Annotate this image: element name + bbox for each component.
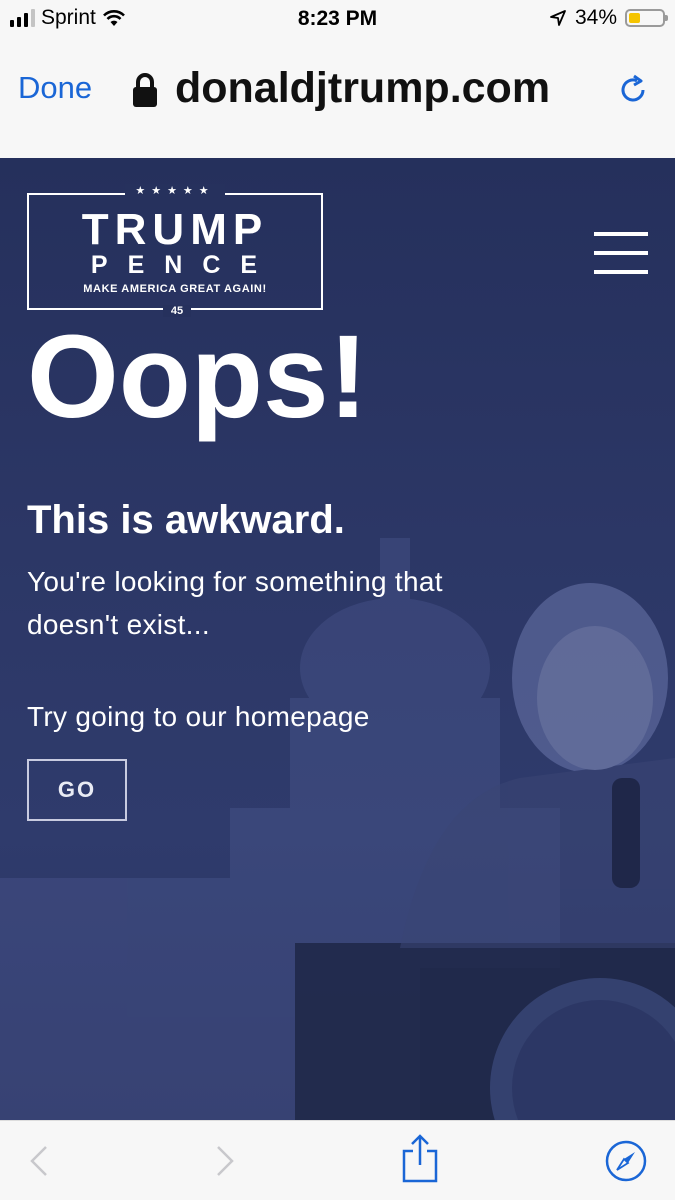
error-heading: Oops! (27, 311, 368, 443)
reload-icon[interactable] (619, 72, 649, 104)
lock-icon (133, 73, 157, 107)
browser-url-bar: Done donaldjtrump.com (0, 38, 675, 158)
battery-percent: 34% (574, 6, 617, 29)
logo-pence: PENCE (90, 251, 278, 279)
homepage-prompt: Try going to our homepage (27, 701, 370, 732)
share-icon[interactable] (400, 1133, 440, 1185)
logo-trump: TRUMP (81, 205, 269, 254)
logo-tagline: MAKE AMERICA GREAT AGAIN! (83, 283, 267, 295)
battery-icon (625, 9, 668, 27)
safari-compass-icon[interactable] (604, 1139, 648, 1183)
forward-icon[interactable] (214, 1141, 236, 1181)
go-button[interactable]: GO (27, 759, 127, 821)
hamburger-menu-icon[interactable] (594, 232, 648, 289)
trump-pence-logo[interactable]: ★★★★★ TRUMP PENCE MAKE AMERICA GREAT AGA… (27, 184, 323, 317)
back-icon[interactable] (28, 1141, 50, 1181)
url-domain[interactable]: donaldjtrump.com (175, 64, 550, 113)
status-right: 34% (549, 6, 668, 30)
logo-stars: ★★★★★ (125, 184, 225, 197)
error-page: ★★★★★ TRUMP PENCE MAKE AMERICA GREAT AGA… (0, 158, 675, 1120)
status-bar: Sprint 8:23 PM 34% (0, 0, 675, 38)
error-subheading: This is awkward. (27, 498, 345, 542)
location-arrow-icon (550, 10, 566, 26)
battery-fill (629, 13, 640, 23)
browser-toolbar (0, 1120, 675, 1200)
error-message: You're looking for something that doesn'… (27, 566, 443, 640)
done-button[interactable]: Done (18, 70, 92, 106)
